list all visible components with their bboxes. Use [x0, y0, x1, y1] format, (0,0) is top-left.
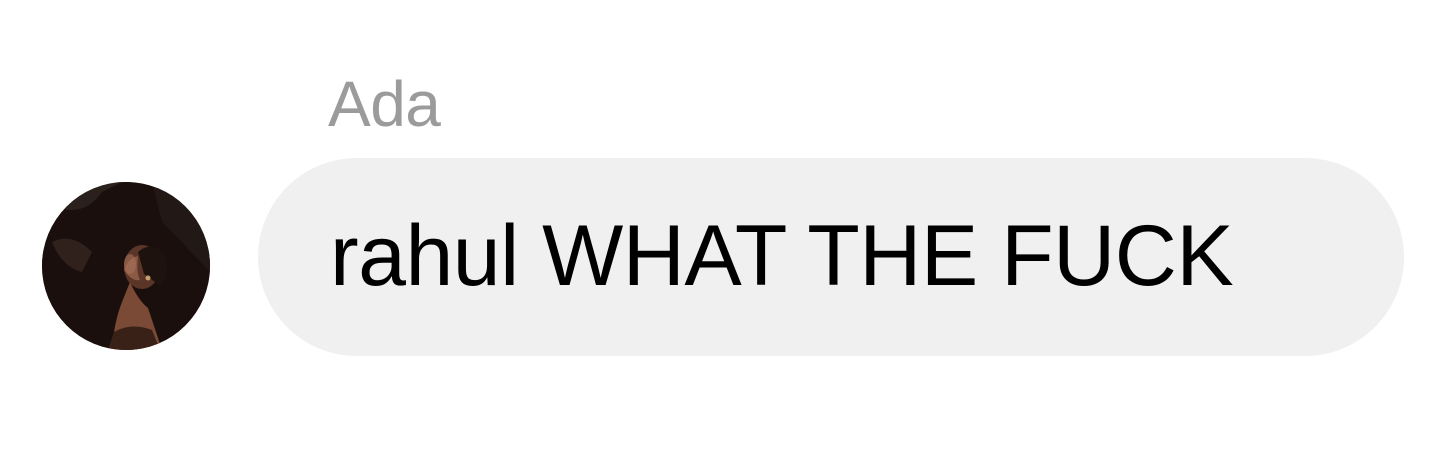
message-text: rahul WHAT THE FUCK	[330, 208, 1234, 304]
message-thread: Ada rahul WHAT THE FUCK	[0, 0, 1444, 464]
sender-name: Ada	[328, 68, 441, 140]
avatar-photo-icon	[42, 182, 210, 350]
message-bubble[interactable]: rahul WHAT THE FUCK	[258, 158, 1404, 356]
avatar[interactable]	[42, 182, 210, 350]
